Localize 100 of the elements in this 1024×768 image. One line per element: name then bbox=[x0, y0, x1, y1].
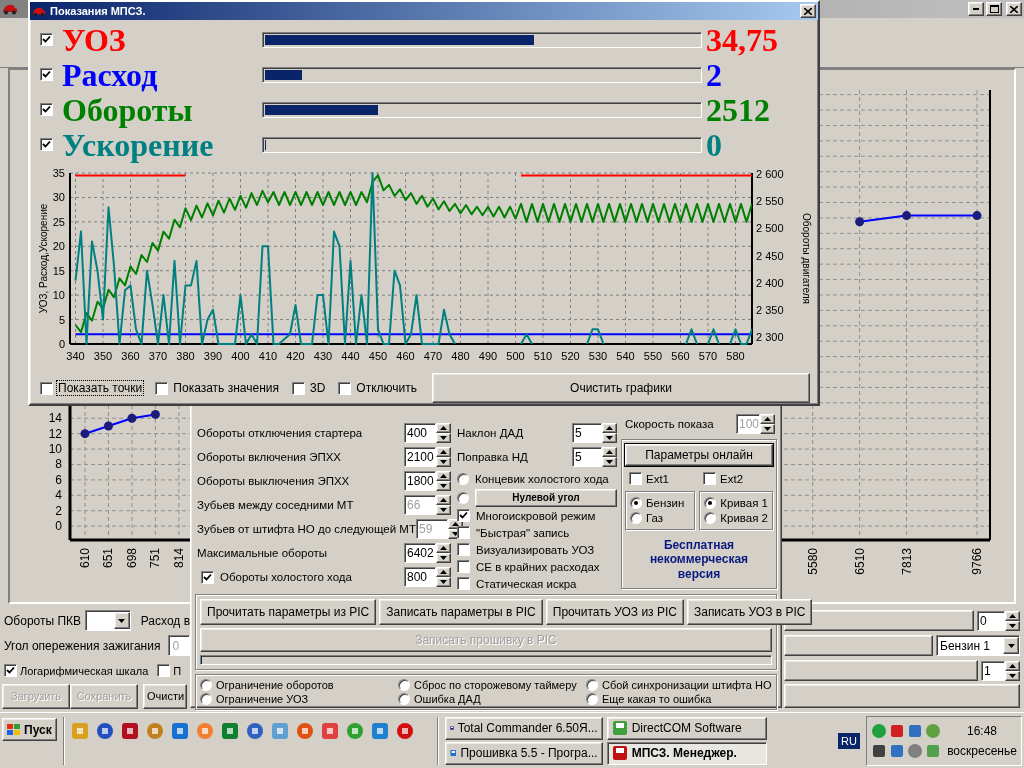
checkbox[interactable] bbox=[457, 543, 470, 556]
radio-button[interactable] bbox=[398, 693, 410, 705]
number-field[interactable]: 5 bbox=[572, 423, 602, 443]
radio-button[interactable] bbox=[398, 679, 410, 691]
radio-button[interactable] bbox=[630, 512, 642, 524]
app-icon[interactable] bbox=[320, 722, 339, 740]
app-icon[interactable] bbox=[370, 722, 389, 740]
tick-label: 360 bbox=[121, 350, 140, 362]
app-icon[interactable] bbox=[245, 722, 264, 740]
spin-buttons[interactable] bbox=[436, 447, 451, 467]
tick-label: 530 bbox=[588, 350, 608, 362]
data-point[interactable] bbox=[127, 413, 137, 423]
tick-label: 7813 bbox=[899, 548, 914, 575]
tick-label: 550 bbox=[643, 350, 663, 362]
online-button[interactable]: Параметры онлайн bbox=[625, 444, 773, 466]
taskbar-button[interactable]: МПСЗ. Менеджер. bbox=[606, 741, 767, 765]
taskbar-button[interactable]: Total Commander 6.50Я... bbox=[444, 716, 603, 740]
app-icon[interactable] bbox=[395, 722, 414, 740]
radio-button[interactable] bbox=[630, 497, 642, 509]
radio-button[interactable] bbox=[200, 679, 212, 691]
checkbox[interactable] bbox=[155, 381, 169, 395]
close-button[interactable] bbox=[800, 4, 816, 18]
number-field[interactable]: 1800 bbox=[404, 471, 436, 491]
tick-label: 751 bbox=[148, 548, 163, 569]
number-field[interactable]: 6402 bbox=[404, 543, 436, 563]
radio-button[interactable] bbox=[704, 497, 717, 509]
radio-button[interactable] bbox=[586, 679, 598, 691]
data-point[interactable] bbox=[972, 211, 982, 221]
checkbox[interactable] bbox=[629, 472, 642, 485]
data-point[interactable] bbox=[103, 421, 113, 431]
spin-buttons[interactable] bbox=[1005, 610, 1020, 631]
field-label: Зубьев от штифта НО до следующей МТ bbox=[197, 523, 416, 535]
number-field[interactable]: 5 bbox=[572, 447, 602, 467]
checkbox[interactable] bbox=[201, 570, 214, 584]
action-button[interactable]: Прочитать УОЗ из PIC bbox=[545, 599, 684, 625]
start-button[interactable]: Пуск bbox=[2, 718, 57, 741]
tray-icon[interactable] bbox=[907, 722, 923, 739]
checkbox[interactable] bbox=[457, 577, 470, 590]
field-label: Скорость показа bbox=[625, 418, 715, 430]
minimize-button[interactable] bbox=[968, 2, 984, 16]
field-label: Максимальные обороты bbox=[197, 547, 329, 559]
language-indicator[interactable]: RU bbox=[838, 732, 860, 749]
checkbox[interactable] bbox=[40, 138, 53, 151]
number-field[interactable]: 800 bbox=[404, 567, 436, 587]
number-field[interactable]: 1 bbox=[981, 660, 1005, 681]
clear-button[interactable]: Очистить графики bbox=[431, 373, 810, 403]
tray-icon[interactable] bbox=[889, 742, 905, 759]
action-button[interactable]: Прочитать параметры из PIC bbox=[200, 599, 377, 625]
dropdown[interactable] bbox=[85, 610, 131, 631]
checkbox[interactable] bbox=[457, 509, 470, 522]
data-point[interactable] bbox=[80, 429, 90, 439]
checkbox[interactable] bbox=[40, 381, 53, 395]
checkbox[interactable] bbox=[40, 68, 53, 81]
maximize-button[interactable] bbox=[986, 2, 1002, 16]
spin-buttons[interactable] bbox=[436, 543, 451, 563]
close-button[interactable] bbox=[1006, 2, 1022, 16]
checkbox[interactable] bbox=[157, 664, 171, 677]
field-label: Поправка НД bbox=[457, 451, 529, 463]
data-point[interactable] bbox=[902, 211, 912, 221]
data-point[interactable] bbox=[150, 409, 160, 419]
radio-button[interactable] bbox=[704, 512, 717, 524]
checkbox[interactable] bbox=[40, 33, 53, 46]
tick-label: 500 bbox=[506, 350, 525, 362]
option-label: Показать точки bbox=[57, 381, 144, 395]
app-icon[interactable] bbox=[295, 722, 314, 740]
taskbar-button[interactable]: DirectCOM Software bbox=[606, 716, 767, 740]
app-icon[interactable] bbox=[170, 722, 189, 740]
app-icon[interactable] bbox=[95, 722, 114, 740]
spin-buttons[interactable] bbox=[602, 447, 617, 467]
spin-buttons[interactable] bbox=[602, 423, 617, 443]
spin-buttons[interactable] bbox=[436, 423, 451, 443]
spin-buttons[interactable] bbox=[1005, 660, 1020, 681]
radio-button[interactable] bbox=[586, 693, 598, 705]
action-button[interactable]: Записать параметры в PIC bbox=[379, 599, 543, 625]
spin-buttons[interactable] bbox=[760, 414, 775, 434]
taskbar-button[interactable]: Прошивка 5.5 - Програ... bbox=[444, 741, 603, 765]
checkbox[interactable] bbox=[291, 381, 305, 395]
tray-icon[interactable] bbox=[871, 742, 887, 759]
action-button[interactable]: Очисти bbox=[143, 683, 187, 709]
checkbox[interactable] bbox=[338, 381, 352, 395]
action-button[interactable]: Записать УОЗ в PIC bbox=[686, 599, 813, 625]
tick-label: 510 bbox=[533, 350, 553, 362]
zero-angle-button[interactable]: Нулевой угол bbox=[475, 488, 617, 507]
spin-buttons[interactable] bbox=[436, 567, 451, 587]
checkbox[interactable] bbox=[4, 664, 17, 677]
app-icon[interactable] bbox=[220, 722, 239, 740]
radio-button[interactable] bbox=[200, 693, 212, 705]
spin-buttons[interactable] bbox=[436, 471, 451, 491]
spin-buttons[interactable] bbox=[436, 495, 451, 515]
checkbox[interactable] bbox=[457, 560, 470, 573]
number-field[interactable]: 2100 bbox=[404, 447, 436, 467]
checkbox[interactable] bbox=[457, 526, 470, 539]
fuel-dropdown[interactable]: Бензин 1 bbox=[936, 635, 1020, 656]
number-field[interactable]: 400 bbox=[404, 423, 436, 443]
app-icon[interactable] bbox=[120, 722, 139, 740]
checkbox[interactable] bbox=[40, 103, 53, 116]
checkbox[interactable] bbox=[703, 472, 716, 485]
data-point[interactable] bbox=[855, 217, 865, 227]
tray-icon[interactable] bbox=[889, 722, 905, 739]
number-field[interactable]: 0 bbox=[977, 610, 1005, 631]
